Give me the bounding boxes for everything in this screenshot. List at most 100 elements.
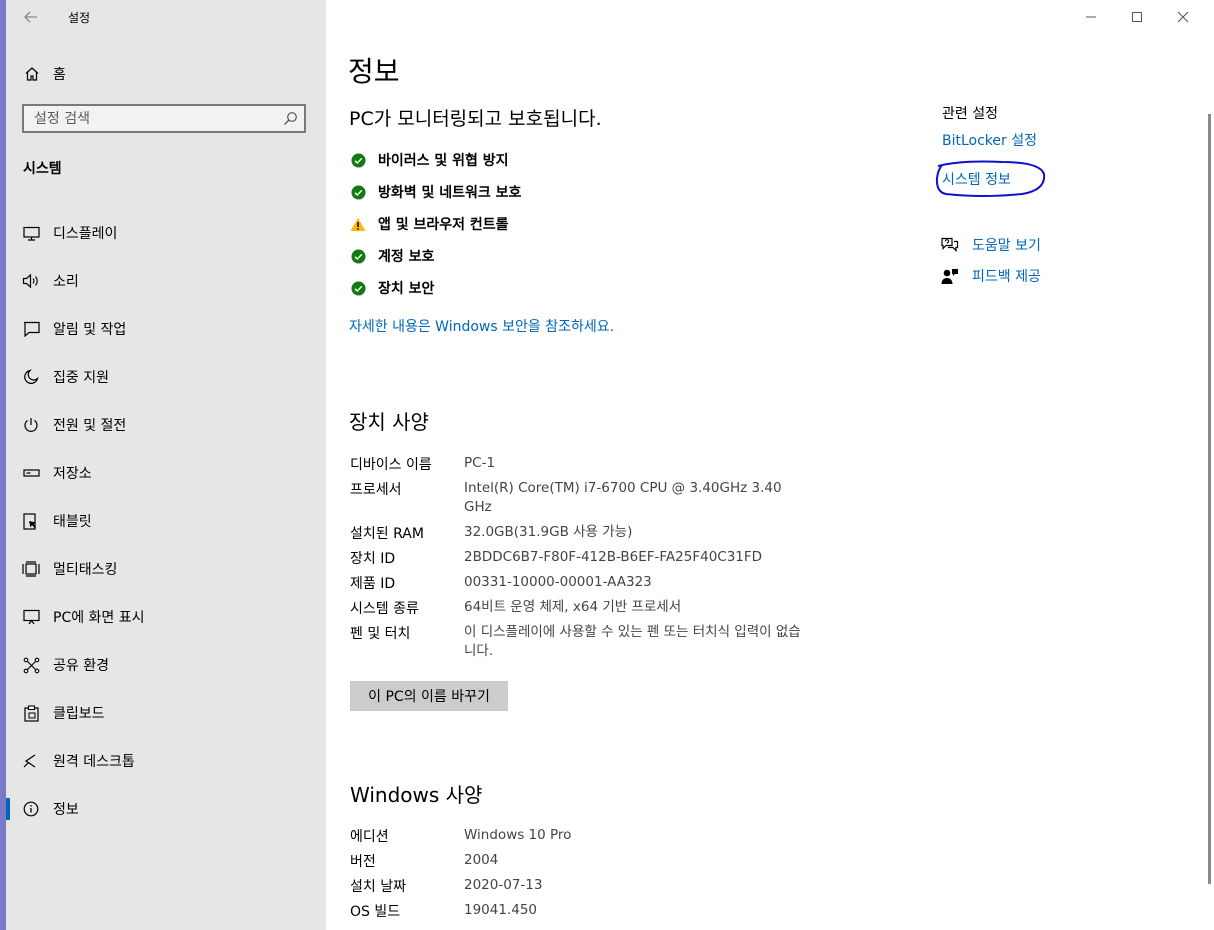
remote-desktop-icon (21, 751, 41, 771)
sidebar-item-label: 멀티태스킹 (53, 562, 118, 578)
spec-value: 00331-10000-00001-AA323 (464, 574, 652, 590)
multitasking-icon (21, 559, 41, 579)
system-info-link[interactable]: 시스템 정보 (942, 169, 1011, 189)
check-circle-icon (349, 183, 367, 201)
sidebar-item-sound[interactable]: 소리 (6, 257, 326, 305)
minimize-button[interactable] (1068, 5, 1114, 29)
home-nav-item[interactable]: 홈 (6, 58, 326, 90)
sidebar-item-project[interactable]: PC에 화면 표시 (6, 593, 326, 641)
sidebar-item-label: 전원 및 절전 (53, 418, 127, 434)
sidebar-item-label: 저장소 (53, 466, 92, 482)
sidebar-item-label: 디스플레이 (53, 226, 118, 242)
sidebar-item-multitasking[interactable]: 멀티태스킹 (6, 545, 326, 593)
status-item: 계정 보호 (349, 240, 521, 272)
protection-title: PC가 모니터링되고 보호됩니다. (349, 108, 602, 130)
spec-key: 시스템 종류 (350, 601, 419, 617)
search-icon (284, 112, 297, 125)
sidebar-item-tablet[interactable]: 태블릿 (6, 497, 326, 545)
spec-value: Windows 10 Pro (464, 827, 572, 843)
spec-value: 32.0GB(31.9GB 사용 가능) (464, 524, 633, 540)
sidebar-nav: 디스플레이 소리 알림 및 작업 집중 지원 전원 및 절전 저장소 태블릿 멀… (6, 209, 326, 833)
spec-value: 2020-07-13 (464, 877, 543, 893)
notification-icon (21, 319, 41, 339)
windows-security-link[interactable]: 자세한 내용은 Windows 보안을 참조하세요. (349, 316, 614, 336)
related-settings-title: 관련 설정 (942, 106, 998, 122)
shared-icon (21, 655, 41, 675)
home-label: 홈 (53, 67, 66, 83)
spec-row: 디바이스 이름 PC-1 (350, 454, 814, 479)
sidebar-item-power[interactable]: 전원 및 절전 (6, 401, 326, 449)
sidebar: 설정 홈 시스템 디스플레이 소리 알림 및 작업 (6, 0, 326, 930)
get-help-item[interactable]: 도움말 보기 (940, 235, 1041, 255)
home-icon (22, 64, 42, 84)
feedback-item[interactable]: 피드백 제공 (940, 266, 1041, 286)
sidebar-item-label: 집중 지원 (53, 370, 109, 386)
sidebar-item-shared-experiences[interactable]: 공유 환경 (6, 641, 326, 689)
status-item: 장치 보안 (349, 272, 521, 304)
spec-value: 64비트 운영 체제, x64 기반 프로세서 (464, 599, 682, 615)
main-content: 정보 PC가 모니터링되고 보호됩니다. 바이러스 및 위협 방지 방화벽 및 … (326, 0, 1214, 930)
page-title: 정보 (348, 55, 400, 88)
protection-status-list: 바이러스 및 위협 방지 방화벽 및 네트워크 보호 앱 및 브라우저 컨트롤 … (349, 144, 521, 304)
sidebar-item-clipboard[interactable]: 클립보드 (6, 689, 326, 737)
rename-pc-button[interactable]: 이 PC의 이름 바꾸기 (350, 681, 508, 711)
minimize-icon (1086, 16, 1096, 18)
windows-specs-table: 에디션 Windows 10 Pro 버전 2004 설치 날짜 2020-07… (350, 826, 814, 926)
windows-specs-title: Windows 사양 (350, 783, 483, 807)
spec-key: 펜 및 터치 (350, 626, 411, 642)
spec-value: 이 디스플레이에 사용할 수 있는 펜 또는 터치식 입력이 없습니다. (464, 624, 801, 659)
display-icon (21, 223, 41, 243)
power-icon (21, 415, 41, 435)
spec-row: 프로세서 Intel(R) Core(TM) i7-6700 CPU @ 3.4… (350, 479, 814, 523)
maximize-button[interactable] (1114, 5, 1160, 29)
sidebar-item-label: 태블릿 (53, 514, 92, 530)
back-button[interactable] (20, 6, 42, 28)
app-title: 설정 (68, 11, 91, 25)
sidebar-item-notifications[interactable]: 알림 및 작업 (6, 305, 326, 353)
moon-icon (21, 367, 41, 387)
spec-value: 2BDDC6B7-F80F-412B-B6EF-FA25F40C31FD (464, 549, 763, 565)
sidebar-item-focus-assist[interactable]: 집중 지원 (6, 353, 326, 401)
sidebar-item-remote-desktop[interactable]: 원격 데스크톱 (6, 737, 326, 785)
search-box[interactable] (22, 104, 306, 133)
title-bar: 설정 (6, 0, 326, 34)
close-button[interactable] (1160, 5, 1206, 29)
maximize-icon (1132, 12, 1142, 22)
spec-key: 버전 (350, 854, 376, 870)
spec-value: Intel(R) Core(TM) i7-6700 CPU @ 3.40GHz … (464, 480, 782, 515)
spec-key: 장치 ID (350, 551, 396, 567)
sidebar-item-label: 정보 (53, 802, 79, 818)
spec-row: 제품 ID 00331-10000-00001-AA323 (350, 573, 814, 598)
spec-row: 장치 ID 2BDDC6B7-F80F-412B-B6EF-FA25F40C31… (350, 548, 814, 573)
help-chat-icon (940, 235, 960, 255)
sidebar-item-about[interactable]: 정보 (6, 785, 326, 833)
search-input[interactable] (24, 106, 274, 131)
spec-row: 버전 2004 (350, 851, 814, 876)
back-arrow-icon (24, 11, 37, 23)
feedback-link[interactable]: 피드백 제공 (972, 266, 1041, 286)
settings-window: 설정 홈 시스템 디스플레이 소리 알림 및 작업 (6, 0, 1214, 930)
spec-row: 설치된 RAM 32.0GB(31.9GB 사용 가능) (350, 523, 814, 548)
sidebar-item-display[interactable]: 디스플레이 (6, 209, 326, 257)
spec-value: PC-1 (464, 455, 496, 471)
check-circle-icon (349, 247, 367, 265)
scrollbar-thumb[interactable] (1208, 114, 1211, 884)
status-label: 앱 및 브라우저 컨트롤 (378, 217, 509, 233)
spec-row: 에디션 Windows 10 Pro (350, 826, 814, 851)
sidebar-item-storage[interactable]: 저장소 (6, 449, 326, 497)
speaker-icon (21, 271, 41, 291)
status-item: 바이러스 및 위협 방지 (349, 144, 521, 176)
sidebar-item-label: 알림 및 작업 (53, 322, 127, 338)
status-label: 바이러스 및 위협 방지 (378, 153, 509, 169)
sidebar-item-label: PC에 화면 표시 (53, 610, 145, 626)
sidebar-item-label: 클립보드 (53, 706, 105, 722)
status-item: 방화벽 및 네트워크 보호 (349, 176, 521, 208)
check-circle-icon (349, 279, 367, 297)
bitlocker-settings-link[interactable]: BitLocker 설정 (942, 130, 1037, 150)
sidebar-item-label: 원격 데스크톱 (53, 754, 135, 770)
get-help-link[interactable]: 도움말 보기 (972, 235, 1041, 255)
status-label: 방화벽 및 네트워크 보호 (378, 185, 522, 201)
feedback-icon (940, 266, 960, 286)
scrollbar[interactable] (1206, 96, 1212, 922)
spec-value: 19041.450 (464, 902, 538, 918)
